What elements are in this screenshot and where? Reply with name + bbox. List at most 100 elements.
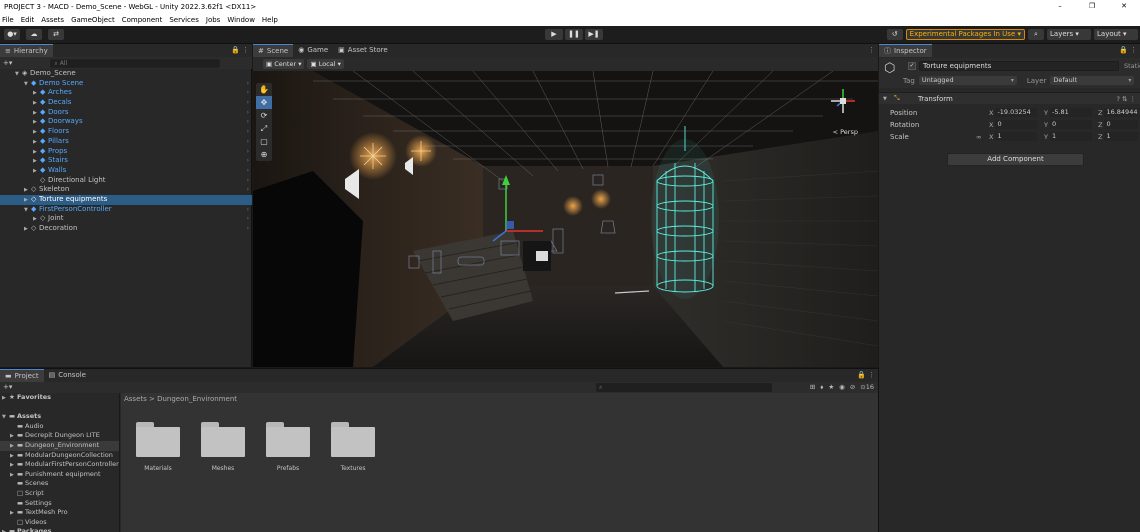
rect-tool-icon[interactable]: ▢ [256, 135, 272, 148]
rotate-tool-icon[interactable]: ⟳ [256, 109, 272, 122]
pause-button[interactable]: ❚❚ [565, 29, 583, 40]
menu-window[interactable]: Window [227, 16, 255, 24]
hierarchy-item[interactable]: ▶ ◆ Walls › [0, 166, 252, 176]
position-z-field[interactable]: Z 16.84944 [1098, 108, 1139, 117]
pivot-dropdown[interactable]: ▣ Center ▾ [263, 59, 305, 69]
hierarchy-item[interactable]: ▶ ◆ Decals › [0, 98, 252, 108]
menu-gameobject[interactable]: GameObject [71, 16, 115, 24]
project-tree-item[interactable]: ▶ ▬ TextMesh Pro [0, 508, 119, 518]
tab-inspector[interactable]: ⓘ Inspector [879, 44, 932, 57]
tab-console[interactable]: ▤ Console [44, 369, 91, 382]
position-x-field[interactable]: X -19.03254 [989, 108, 1038, 117]
hierarchy-item[interactable]: ▶ ◆ Floors › [0, 127, 252, 137]
folder-item[interactable]: Prefabs [263, 422, 313, 472]
rotation-y-field[interactable]: Y0 [1044, 120, 1092, 129]
menu-file[interactable]: File [2, 16, 14, 24]
filter-type-icon[interactable]: ⊞ [810, 383, 815, 392]
scale-z-field[interactable]: Z1 [1098, 132, 1139, 141]
scale-y-field[interactable]: Y1 [1044, 132, 1092, 141]
menu-jobs[interactable]: Jobs [206, 16, 220, 24]
scale-x-field[interactable]: X1 [989, 132, 1038, 141]
transform-component-header[interactable]: ▼ ⤡ Transform ? ⇅ ⋮ [879, 92, 1140, 104]
tab-project[interactable]: ▬ Project [0, 369, 44, 382]
active-checkbox[interactable]: ✓ [908, 62, 916, 70]
collab-button[interactable]: ⇄ [48, 29, 64, 40]
project-tree-item[interactable]: ▶▬Packages [0, 527, 119, 532]
hierarchy-item[interactable]: ▶ ◆ Doorways › [0, 117, 252, 127]
layers-dropdown[interactable]: Layers ▾ [1047, 29, 1091, 40]
hierarchy-item[interactable]: ▼ ◆ Demo Scene › [0, 79, 252, 89]
project-tree-item[interactable]: ▶ ▬ Punishment equipment [0, 470, 119, 480]
panel-menu-icon[interactable]: 🔒 ⋮ [231, 44, 249, 57]
project-tree-item[interactable]: ▶ ★ Favorites [0, 393, 119, 403]
hierarchy-item[interactable]: ▶ ◆ Props › [0, 147, 252, 157]
menu-edit[interactable]: Edit [21, 16, 35, 24]
hierarchy-item[interactable]: ▶ ◆ Stairs › [0, 156, 252, 166]
project-tree-item[interactable]: ▶ ▬ ModularDungeonCollection [0, 451, 119, 461]
rotation-z-field[interactable]: Z0 [1098, 120, 1139, 129]
expand-arrow-icon[interactable]: ▶ [2, 528, 9, 532]
expand-arrow-icon[interactable]: ▼ [2, 413, 9, 423]
folder-item[interactable]: Meshes [198, 422, 248, 472]
project-tree-item[interactable]: ▬ Audio [0, 422, 119, 432]
project-tree-item[interactable]: ▬ Scenes [0, 479, 119, 489]
cloud-button[interactable]: ☁ [26, 29, 42, 40]
hierarchy-item[interactable]: ▶ ◇ Skeleton › [0, 185, 252, 195]
filter-label-icon[interactable]: ⬧ [820, 383, 823, 392]
account-button[interactable]: ●▾ [4, 29, 20, 40]
perspective-label[interactable]: < Persp [833, 128, 858, 136]
move-tool-icon[interactable]: ✥ [256, 96, 272, 109]
menu-help[interactable]: Help [262, 16, 278, 24]
create-icon[interactable]: +▾ [3, 382, 12, 393]
tag-dropdown[interactable]: Untagged [918, 76, 1017, 85]
hierarchy-item[interactable]: ▶ ◇ Decoration › [0, 224, 252, 234]
static-label[interactable]: Static [1124, 61, 1140, 71]
hierarchy-item[interactable]: ▼ ◆ FirstPersonController › [0, 205, 252, 215]
play-button[interactable]: ▶ [545, 29, 563, 40]
transform-tool-icon[interactable]: ⊕ [256, 148, 272, 161]
search-button[interactable]: ⌕ [1028, 29, 1044, 40]
project-search-input[interactable]: ⌕ [596, 383, 772, 392]
space-dropdown[interactable]: ▣ Local ▾ [307, 59, 344, 69]
hierarchy-item[interactable]: ▶ ◆ Pillars › [0, 137, 252, 147]
hierarchy-item[interactable]: ▶ ◇ Joint › [0, 214, 252, 224]
close-button[interactable]: ✕ [1108, 0, 1140, 13]
tab-asset-store[interactable]: ▣ Asset Store [333, 44, 393, 57]
rotation-x-field[interactable]: X0 [989, 120, 1038, 129]
menu-component[interactable]: Component [122, 16, 163, 24]
hierarchy-item[interactable]: ▶ ◆ Doors › [0, 108, 252, 118]
project-tree-item[interactable] [0, 403, 119, 413]
breadcrumb[interactable]: Assets > Dungeon_Environment [124, 395, 237, 403]
project-tree-item[interactable]: ▬ Settings [0, 499, 119, 509]
maximize-button[interactable]: ❐ [1076, 0, 1108, 13]
tab-game[interactable]: ◉ Game [293, 44, 333, 57]
layer-dropdown[interactable]: Default [1050, 76, 1135, 85]
experimental-packages-badge[interactable]: Experimental Packages In Use ▾ [905, 29, 1025, 40]
tab-scene[interactable]: # Scene [253, 44, 294, 57]
project-tree-item[interactable]: ▶ ▬ Dungeon_Environment [0, 440, 119, 451]
project-tree-item[interactable]: □ Videos [0, 518, 119, 528]
tab-hierarchy[interactable]: ≡ Hierarchy [0, 44, 53, 57]
project-tree-item[interactable]: ▼ ▬ Assets [0, 412, 119, 422]
hierarchy-item[interactable]: ▶ ◇ Torture equipments [0, 194, 252, 205]
link-icon[interactable]: ∞ [976, 132, 981, 142]
scene-viewport[interactable]: ✋ ✥ ⟳ ⤢ ▢ ⊕ < Persp [253, 71, 878, 367]
object-name-field[interactable]: Torture equipments [919, 61, 1119, 71]
position-y-field[interactable]: Y -5.81 [1044, 108, 1092, 117]
add-component-button[interactable]: Add Component [947, 153, 1084, 166]
hierarchy-item[interactable]: ▶ ◆ Arches › [0, 88, 252, 98]
step-button[interactable]: ▶❚ [585, 29, 603, 40]
scale-tool-icon[interactable]: ⤢ [256, 122, 272, 135]
visibility-icon[interactable]: ⊘ [850, 383, 855, 392]
folder-item[interactable]: Textures [328, 422, 378, 472]
project-tree-item[interactable]: ▶ ▬ Decrepit Dungeon LITE [0, 431, 119, 441]
folder-item[interactable]: Materials [133, 422, 183, 472]
menu-services[interactable]: Services [169, 16, 199, 24]
hierarchy-item[interactable]: ▼ ◈ Demo_Scene [0, 69, 252, 79]
inspector-menu-icon[interactable]: 🔒 ⋮ [1119, 44, 1137, 57]
expand-arrow-icon[interactable]: ▶ [24, 225, 31, 235]
scene-panel-menu-icon[interactable]: ⋮ [868, 44, 875, 57]
hand-tool-icon[interactable]: ✋ [256, 83, 272, 96]
hidden-packages-icon[interactable]: ◉ [839, 383, 845, 392]
component-settings-icon[interactable]: ? ⇅ ⋮ [1116, 95, 1136, 103]
